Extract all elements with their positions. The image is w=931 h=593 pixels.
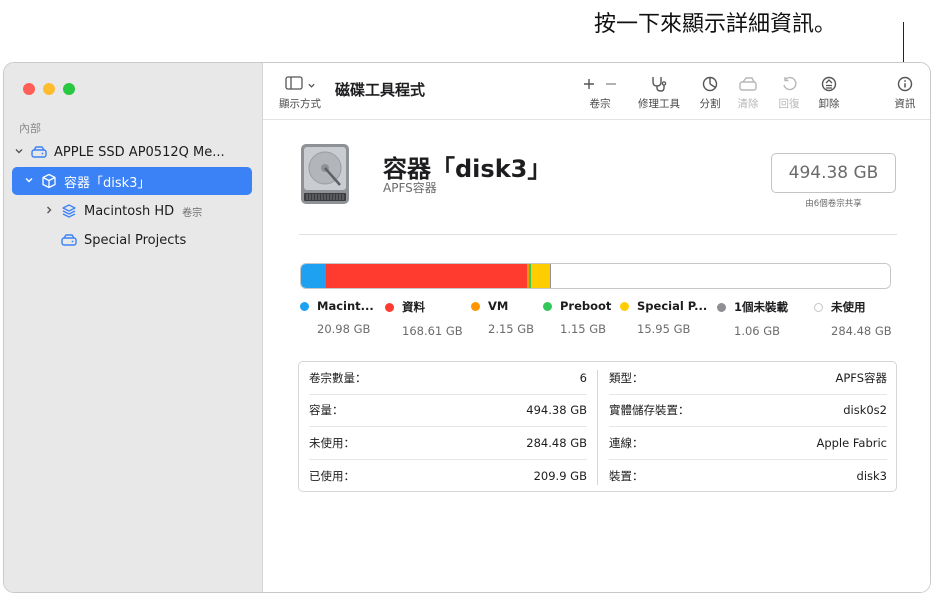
sidebar-item-label: APPLE SSD AP0512Q Me... <box>54 144 225 160</box>
legend-dot <box>471 301 480 311</box>
volume-stack-icon <box>60 202 78 220</box>
capacity-box: 494.38 GB <box>771 153 896 193</box>
sidebar-item-label: Macintosh HD <box>84 203 175 219</box>
sidebar-toggle-icon <box>284 75 303 94</box>
legend-dot <box>543 301 552 311</box>
info-row-connection: 連線： Apple Fabric <box>609 427 887 460</box>
sidebar: 內部 APPLE SSD AP0512Q Me... 容器「disk3」 Mac… <box>4 63 263 592</box>
toolbar: 顯示方式 磁碟工具程式 卷宗 修理工具 分割 清除 回復 卸除 資訊 <box>263 63 930 120</box>
plus-icon[interactable] <box>583 75 595 94</box>
info-row-capacity: 容量： 494.38 GB <box>309 394 587 427</box>
legend-item-unmounted: 1個未裝載 1.06 GB <box>717 299 807 338</box>
legend-name: Special P... <box>637 299 708 313</box>
info-column-right: 類型： APFS容器 實體儲存裝置： disk0s2 連線： Apple Fabric… <box>599 362 897 491</box>
legend-dot <box>717 302 726 312</box>
eject-icon <box>821 75 837 93</box>
minimize-window-button[interactable] <box>43 83 55 95</box>
volume-subtitle: APFS容器 <box>383 181 437 195</box>
restore-icon <box>781 75 797 93</box>
volume-add-remove-button[interactable]: 卷宗 <box>578 75 622 111</box>
chevron-down-icon[interactable] <box>22 175 36 188</box>
stethoscope-icon <box>650 75 668 93</box>
chevron-down-icon[interactable] <box>12 146 26 159</box>
usage-segment <box>325 264 527 288</box>
legend-item-free: 未使用 284.48 GB <box>814 299 904 338</box>
chevron-down-icon <box>307 75 316 94</box>
view-button[interactable]: 顯示方式 <box>279 75 321 111</box>
app-title: 磁碟工具程式 <box>335 81 426 99</box>
unmount-button[interactable]: 卸除 <box>807 75 851 111</box>
legend-dot <box>385 302 394 312</box>
legend-value: 168.61 GB <box>402 324 463 338</box>
sidebar-item-special-projects[interactable]: Special Projects <box>12 226 252 254</box>
callout-text: 按一下來顯示詳細資訊。 <box>594 12 837 37</box>
legend-name: 資料 <box>402 300 425 314</box>
volume-label: 卷宗 <box>589 98 611 110</box>
legend-value: 284.48 GB <box>831 324 892 338</box>
disk-icon <box>60 231 78 249</box>
chevron-right-icon[interactable] <box>42 205 56 218</box>
usage-segment <box>551 264 890 288</box>
legend-value: 15.95 GB <box>637 322 691 336</box>
sidebar-item-physical-disk[interactable]: APPLE SSD AP0512Q Me... <box>12 138 252 166</box>
close-window-button[interactable] <box>23 83 35 95</box>
legend-item-data: 資料 168.61 GB <box>385 299 475 338</box>
info-label: 資訊 <box>894 98 916 110</box>
info-row-volume-count: 卷宗數量： 6 <box>309 362 587 395</box>
info-row-type: 類型： APFS容器 <box>609 362 887 395</box>
container-disk-image <box>300 143 350 205</box>
zoom-window-button[interactable] <box>63 83 75 95</box>
legend-value: 1.06 GB <box>734 324 781 338</box>
sidebar-item-label: Special Projects <box>84 232 187 248</box>
info-row-physical-store: 實體儲存裝置： disk0s2 <box>609 394 887 427</box>
first-aid-label: 修理工具 <box>638 98 680 110</box>
legend-value: 20.98 GB <box>317 322 371 336</box>
legend-item-special-projects: Special P... 15.95 GB <box>620 299 710 336</box>
view-label: 顯示方式 <box>279 98 321 110</box>
erase-button[interactable]: 清除 <box>726 75 770 111</box>
legend-dot <box>300 301 309 311</box>
info-row-free: 未使用： 284.48 GB <box>309 427 587 460</box>
legend-name: Macint... <box>317 299 374 313</box>
info-table: 卷宗數量： 6 容量： 494.38 GB 未使用： 284.48 GB 已使用： 20… <box>298 361 897 492</box>
info-column-left: 卷宗數量： 6 容量： 494.38 GB 未使用： 284.48 GB 已使用： 20… <box>299 362 597 491</box>
legend-dot <box>814 302 823 312</box>
legend-name: VM <box>488 299 509 313</box>
sidebar-item-sublabel: 卷宗 <box>182 207 203 219</box>
info-row-used: 已使用： 209.9 GB <box>309 469 587 483</box>
erase-label: 清除 <box>737 98 759 110</box>
unmount-label: 卸除 <box>818 98 840 110</box>
first-aid-button[interactable]: 修理工具 <box>637 75 681 111</box>
legend-name: Preboot <box>560 299 612 313</box>
sidebar-item-container-disk3[interactable]: 容器「disk3」 <box>12 167 252 195</box>
minus-icon[interactable] <box>605 75 617 94</box>
legend-dot <box>620 301 629 311</box>
eraser-icon <box>739 75 757 93</box>
main-content: 顯示方式 磁碟工具程式 卷宗 修理工具 分割 清除 回復 卸除 資訊 容器「di… <box>263 63 930 592</box>
info-separator <box>597 370 598 485</box>
capacity-note: 由6個卷宗共享 <box>805 199 862 209</box>
legend-item-macintosh: Macint... 20.98 GB <box>300 299 390 336</box>
partition-label: 分割 <box>699 98 721 110</box>
disk-utility-window: 內部 APPLE SSD AP0512Q Me... 容器「disk3」 Mac… <box>3 62 931 593</box>
usage-segment <box>530 264 550 288</box>
container-icon <box>40 172 58 190</box>
sidebar-item-label: 容器「disk3」 <box>64 175 151 191</box>
pie-icon <box>702 75 718 93</box>
sidebar-item-macintosh-hd[interactable]: Macintosh HD 卷宗 <box>12 197 252 225</box>
usage-bar <box>300 263 891 289</box>
usage-segment <box>301 264 326 288</box>
info-button[interactable]: 資訊 <box>883 75 927 111</box>
disk-icon <box>30 143 48 161</box>
info-icon <box>897 75 913 93</box>
info-row-device: 裝置： disk3 <box>609 469 887 483</box>
legend-name: 1個未裝載 <box>734 300 789 314</box>
restore-button[interactable]: 回復 <box>767 75 811 111</box>
restore-label: 回復 <box>778 98 800 110</box>
sidebar-section-internal: 內部 <box>19 122 41 135</box>
divider <box>299 234 897 235</box>
legend-name: 未使用 <box>831 300 866 314</box>
